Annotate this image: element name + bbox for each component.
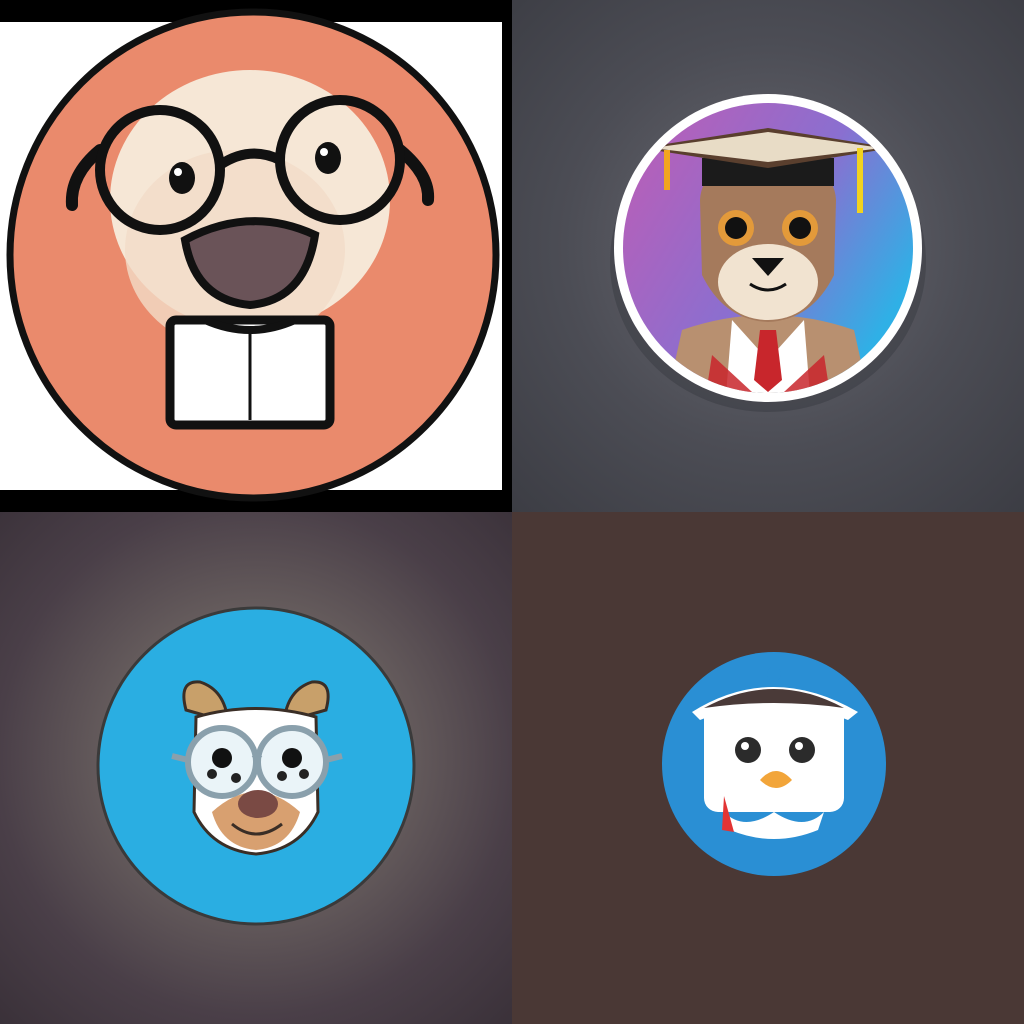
tile-bird-captain bbox=[512, 512, 1024, 1024]
squirrel-graduate-icon bbox=[610, 94, 926, 412]
tile-dog-glasses bbox=[0, 0, 512, 512]
image-grid bbox=[0, 0, 1024, 1024]
bird-captain-icon bbox=[662, 652, 886, 876]
tile-bear-glasses bbox=[0, 512, 512, 1024]
bear-glasses-icon bbox=[96, 606, 416, 926]
dog-glasses-icon bbox=[0, 8, 502, 502]
tile-squirrel-graduate bbox=[512, 0, 1024, 512]
